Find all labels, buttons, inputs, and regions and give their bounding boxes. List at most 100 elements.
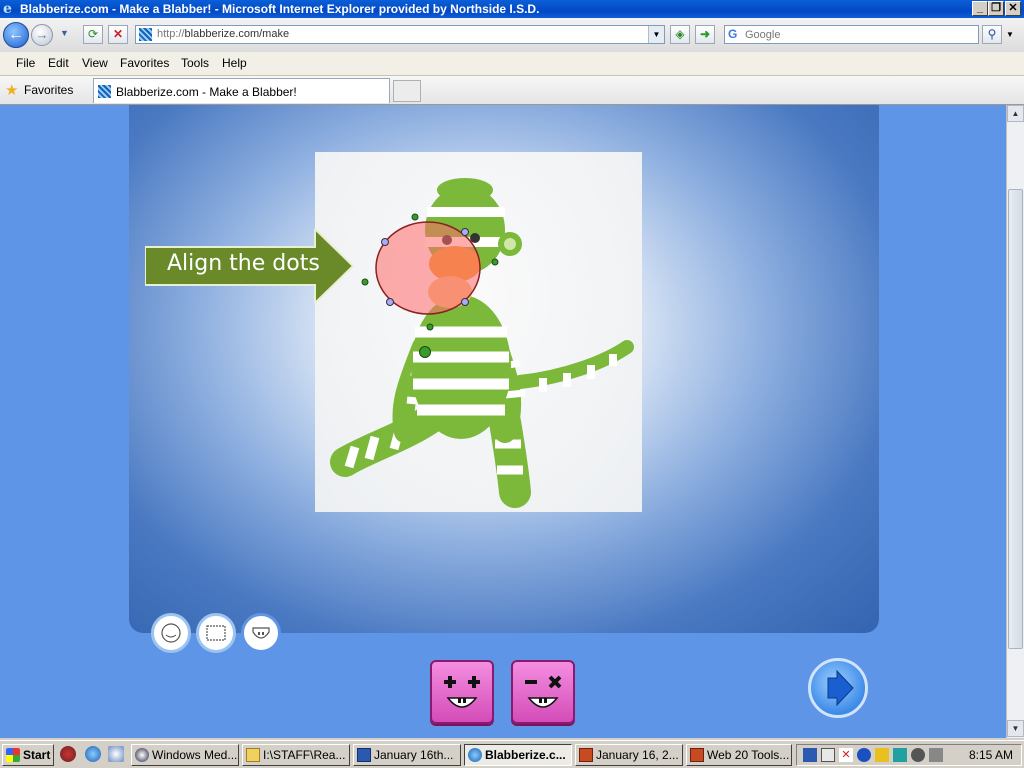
address-dropdown-icon[interactable]: ▼ [648,26,664,43]
scrollbar-thumb[interactable] [1008,189,1023,649]
bluetooth-icon[interactable] [857,748,871,762]
uploaded-photo [315,152,642,512]
tab-label: Blabberize.com - Make a Blabber! [116,85,297,99]
mouth-tool-button[interactable] [241,613,281,653]
tab-favicon-icon [98,85,111,98]
menu-bar: File Edit View Favorites Tools Help [0,52,1024,76]
close-window-button[interactable]: ✕ [1005,1,1021,16]
quicklaunch-desktop-icon[interactable] [108,746,124,762]
history-dropdown-icon[interactable]: ▼ [60,28,69,38]
next-button[interactable] [808,658,868,718]
refresh-button[interactable]: ⟳ [83,25,103,44]
quicklaunch-app-icon[interactable] [60,746,76,762]
taskbar-item-windows-media[interactable]: Windows Med... [131,744,239,766]
address-url[interactable]: http://blabberize.com/make [157,28,289,40]
jaw-pivot-dot[interactable] [419,346,431,358]
window-title-bar[interactable]: e Blabberize.com - Make a Blabber! - Mic… [0,0,1024,18]
crop-icon [206,625,226,641]
taskbar-item-staff-folder[interactable]: I:\STAFF\Rea... [242,744,350,766]
control-dot[interactable] [426,323,434,331]
mouth-icon [252,627,270,639]
task-label: Blabberize.c... [485,748,566,762]
go-button[interactable]: ➜ [695,25,715,44]
task-label: January 16, 2... [596,748,679,762]
control-dot[interactable] [491,258,499,266]
magnifier-icon: ⚲ [987,27,997,41]
tray-users-icon[interactable] [893,748,907,762]
clock[interactable]: 8:15 AM [969,748,1013,762]
refresh-icon: ⟳ [87,27,99,41]
back-button[interactable]: ← [3,22,29,48]
mouth-overlay[interactable] [315,152,642,512]
menu-help[interactable]: Help [222,56,247,70]
google-icon: G [728,27,738,41]
search-box[interactable]: G [724,25,979,44]
start-label: Start [23,748,51,762]
menu-favorites[interactable]: Favorites [120,56,169,70]
ie-icon [468,748,482,762]
tray-security-icon[interactable] [875,748,889,762]
address-bar[interactable]: http://blabberize.com/make ▼ [135,25,665,44]
taskbar-item-word-doc[interactable]: January 16th... [353,744,461,766]
restore-button[interactable]: ❐ [988,1,1004,16]
windows-flag-icon [6,748,20,762]
word-icon [357,748,371,762]
crop-tool-button[interactable] [196,613,236,653]
add-mouth-button[interactable] [430,660,494,724]
control-dot[interactable] [361,278,369,286]
tray-network-icon[interactable] [803,748,817,762]
back-arrow-icon: ← [8,26,24,43]
url-path: blabberize.com/make [184,28,290,40]
menu-view[interactable]: View [82,56,108,70]
search-input[interactable] [745,27,970,42]
face-tool-button[interactable] [151,613,191,653]
favorites-button[interactable]: Favorites [24,83,73,97]
taskbar: Start Windows Med... I:\STAFF\Rea... Jan… [0,740,1024,768]
stop-icon: ✕ [112,27,124,41]
search-button[interactable]: ⚲ [982,25,1002,44]
minimize-button[interactable]: _ [972,1,988,16]
menu-tools[interactable]: Tools [181,56,209,70]
scroll-down-button[interactable]: ▼ [1007,720,1024,737]
remove-mouth-button[interactable] [511,660,575,724]
tray-app-icon[interactable] [821,748,835,762]
tray-close-icon[interactable]: ✕ [839,748,853,762]
taskbar-item-powerpoint-1[interactable]: January 16, 2... [575,744,683,766]
system-tray: ✕ 8:15 AM [796,744,1022,766]
editor-stage: Align the dots [129,105,879,633]
next-arrow-icon [827,669,854,707]
quicklaunch-ie-icon[interactable] [85,746,101,762]
mouth-corner-dot[interactable] [461,298,469,306]
remove-mouth-icon [525,675,562,708]
stop-button[interactable]: ✕ [108,25,128,44]
vertical-scrollbar[interactable]: ▲ ▼ [1006,105,1024,738]
address-toolbar: ← → ▼ ⟳ ✕ http://blabberize.com/make ▼ ◈… [0,18,1024,53]
mouth-corner-dot[interactable] [461,228,469,236]
url-scheme: http:// [157,28,185,40]
taskbar-item-powerpoint-2[interactable]: Web 20 Tools... [686,744,792,766]
page-content: Align the dots [0,105,1006,738]
forward-button[interactable]: → [31,24,53,46]
menu-edit[interactable]: Edit [48,56,69,70]
compatibility-button[interactable]: ◈ [670,25,690,44]
tab-blabberize[interactable]: Blabberize.com - Make a Blabber! [93,78,390,103]
powerpoint-icon [690,748,704,762]
face-icon [161,623,181,643]
taskbar-item-blabberize[interactable]: Blabberize.c... [464,744,572,766]
start-button[interactable]: Start [2,744,54,766]
go-arrow-icon: ➜ [699,27,711,41]
volume-icon[interactable] [929,748,943,762]
site-favicon-icon [139,28,152,41]
search-options-dropdown-icon[interactable]: ▼ [1006,30,1014,39]
favorites-star-icon[interactable]: ★ [5,81,18,99]
add-mouth-icon [444,676,480,708]
scroll-up-button[interactable]: ▲ [1007,105,1024,122]
control-dot[interactable] [411,213,419,221]
tray-disc-icon[interactable] [911,748,925,762]
task-label: January 16th... [374,748,454,762]
mouth-corner-dot[interactable] [386,298,394,306]
new-tab-button[interactable] [393,80,421,102]
menu-file[interactable]: File [16,56,35,70]
mouth-corner-dot[interactable] [381,238,389,246]
task-label: I:\STAFF\Rea... [263,748,346,762]
